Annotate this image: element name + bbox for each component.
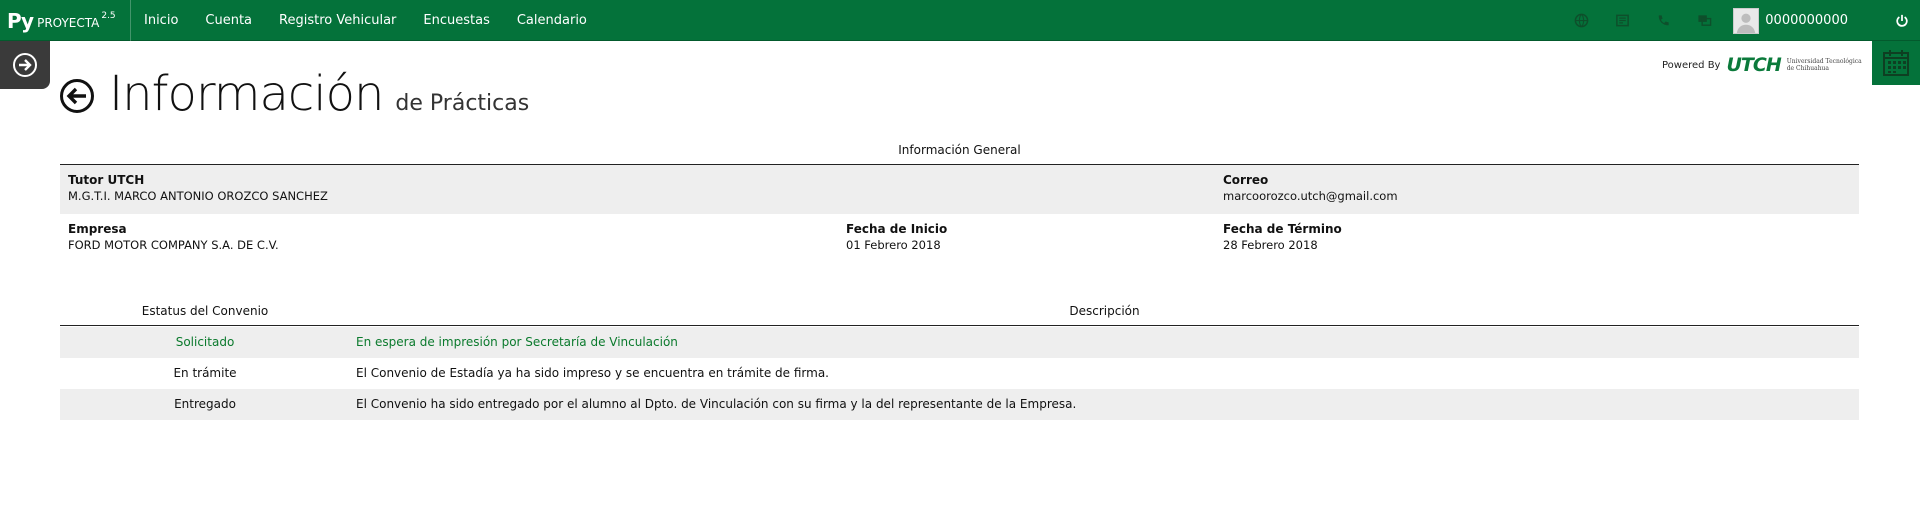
email-label: Correo (1223, 173, 1269, 187)
nav-inicio[interactable]: Inicio (144, 13, 178, 28)
end-date-value: 28 Febrero 2018 (1223, 238, 1318, 252)
company-field: Empresa FORD MOTOR COMPANY S.A. DE C.V. (68, 221, 279, 254)
utch-subtitle: Universidad Tecnológica de Chihuahua (1787, 58, 1862, 72)
nav-encuestas[interactable]: Encuestas (423, 13, 489, 28)
end-date-label: Fecha de Término (1223, 222, 1342, 236)
email-field: Correo marcoorozco.utch@gmail.com (1223, 172, 1398, 205)
utch-logo: UTCH (1726, 54, 1781, 76)
newspaper-icon[interactable] (1602, 0, 1643, 41)
page-header: Información de Prácticas (59, 66, 529, 122)
table-row: En trámite El Convenio de Estadía ya ha … (60, 358, 1859, 389)
user-menu[interactable]: 0000000000 (1733, 7, 1848, 34)
power-icon[interactable] (1884, 0, 1920, 41)
chat-icon[interactable] (1684, 0, 1725, 41)
phone-icon[interactable] (1643, 0, 1684, 41)
info-row-tutor: Tutor UTCH M.G.T.I. MARCO ANTONIO OROZCO… (60, 165, 1859, 214)
general-info-heading: Información General (60, 140, 1859, 165)
status-cell: En trámite (173, 366, 237, 380)
powered-label: Powered By (1662, 59, 1721, 71)
info-row-company: Empresa FORD MOTOR COMPANY S.A. DE C.V. … (60, 214, 1859, 263)
description-cell: El Convenio ha sido entregado por el alu… (356, 397, 1077, 411)
arrow-right-circle-icon (13, 53, 37, 77)
table-row: Entregado El Convenio ha sido entregado … (60, 389, 1859, 420)
main-nav: Inicio Cuenta Registro Vehicular Encuest… (144, 0, 614, 41)
brand-logo[interactable]: Py PROYECTA 2.5 (7, 0, 116, 41)
col-header-status: Estatus del Convenio (141, 304, 269, 318)
brand-short: Py (7, 8, 34, 33)
company-label: Empresa (68, 222, 127, 236)
brand-divider (130, 0, 131, 41)
start-date-value: 01 Febrero 2018 (846, 238, 941, 252)
nav-calendario[interactable]: Calendario (517, 13, 587, 28)
utch-sub-line1: Universidad Tecnológica (1786, 58, 1862, 65)
end-date-field: Fecha de Término 28 Febrero 2018 (1223, 221, 1342, 254)
tutor-field: Tutor UTCH M.G.T.I. MARCO ANTONIO OROZCO… (68, 172, 328, 205)
status-cell: Solicitado (175, 335, 235, 349)
table-row: Solicitado En espera de impresión por Se… (60, 327, 1859, 358)
sidebar-toggle-button[interactable] (0, 41, 50, 89)
tutor-value: M.G.T.I. MARCO ANTONIO OROZCO SANCHEZ (68, 189, 328, 203)
status-cell: Entregado (174, 397, 236, 411)
calendar-icon (1883, 50, 1909, 76)
start-date-label: Fecha de Inicio (846, 222, 948, 236)
back-arrow-icon[interactable] (59, 78, 95, 114)
brand-version: 2.5 (101, 10, 116, 21)
top-navbar: Py PROYECTA 2.5 Inicio Cuenta Registro V… (0, 0, 1920, 41)
status-table-header: Estatus del Convenio Descripción (60, 298, 1859, 326)
nav-cuenta[interactable]: Cuenta (205, 13, 252, 28)
description-cell: En espera de impresión por Secretaría de… (356, 335, 678, 349)
tutor-label: Tutor UTCH (68, 173, 145, 187)
company-value: FORD MOTOR COMPANY S.A. DE C.V. (68, 238, 279, 252)
toolbar-right: 0000000000 (1561, 0, 1920, 41)
start-date-field: Fecha de Inicio 01 Febrero 2018 (846, 221, 947, 254)
brand-name: PROYECTA (37, 15, 100, 30)
user-name: 0000000000 (1765, 13, 1848, 28)
page-subtitle: de Prácticas (395, 91, 530, 116)
nav-registro-vehicular[interactable]: Registro Vehicular (279, 13, 396, 28)
email-value: marcoorozco.utch@gmail.com (1223, 189, 1398, 203)
globe-icon[interactable] (1561, 0, 1602, 41)
powered-by: Powered By UTCH Universidad Tecnológica … (1662, 54, 1862, 76)
description-cell: El Convenio de Estadía ya ha sido impres… (356, 366, 829, 380)
avatar (1733, 7, 1760, 34)
calendar-tab-button[interactable] (1872, 41, 1920, 85)
page-title: Información (109, 66, 384, 122)
col-header-description: Descripción (1069, 304, 1140, 318)
utch-sub-line2: de Chihuahua (1786, 65, 1830, 72)
